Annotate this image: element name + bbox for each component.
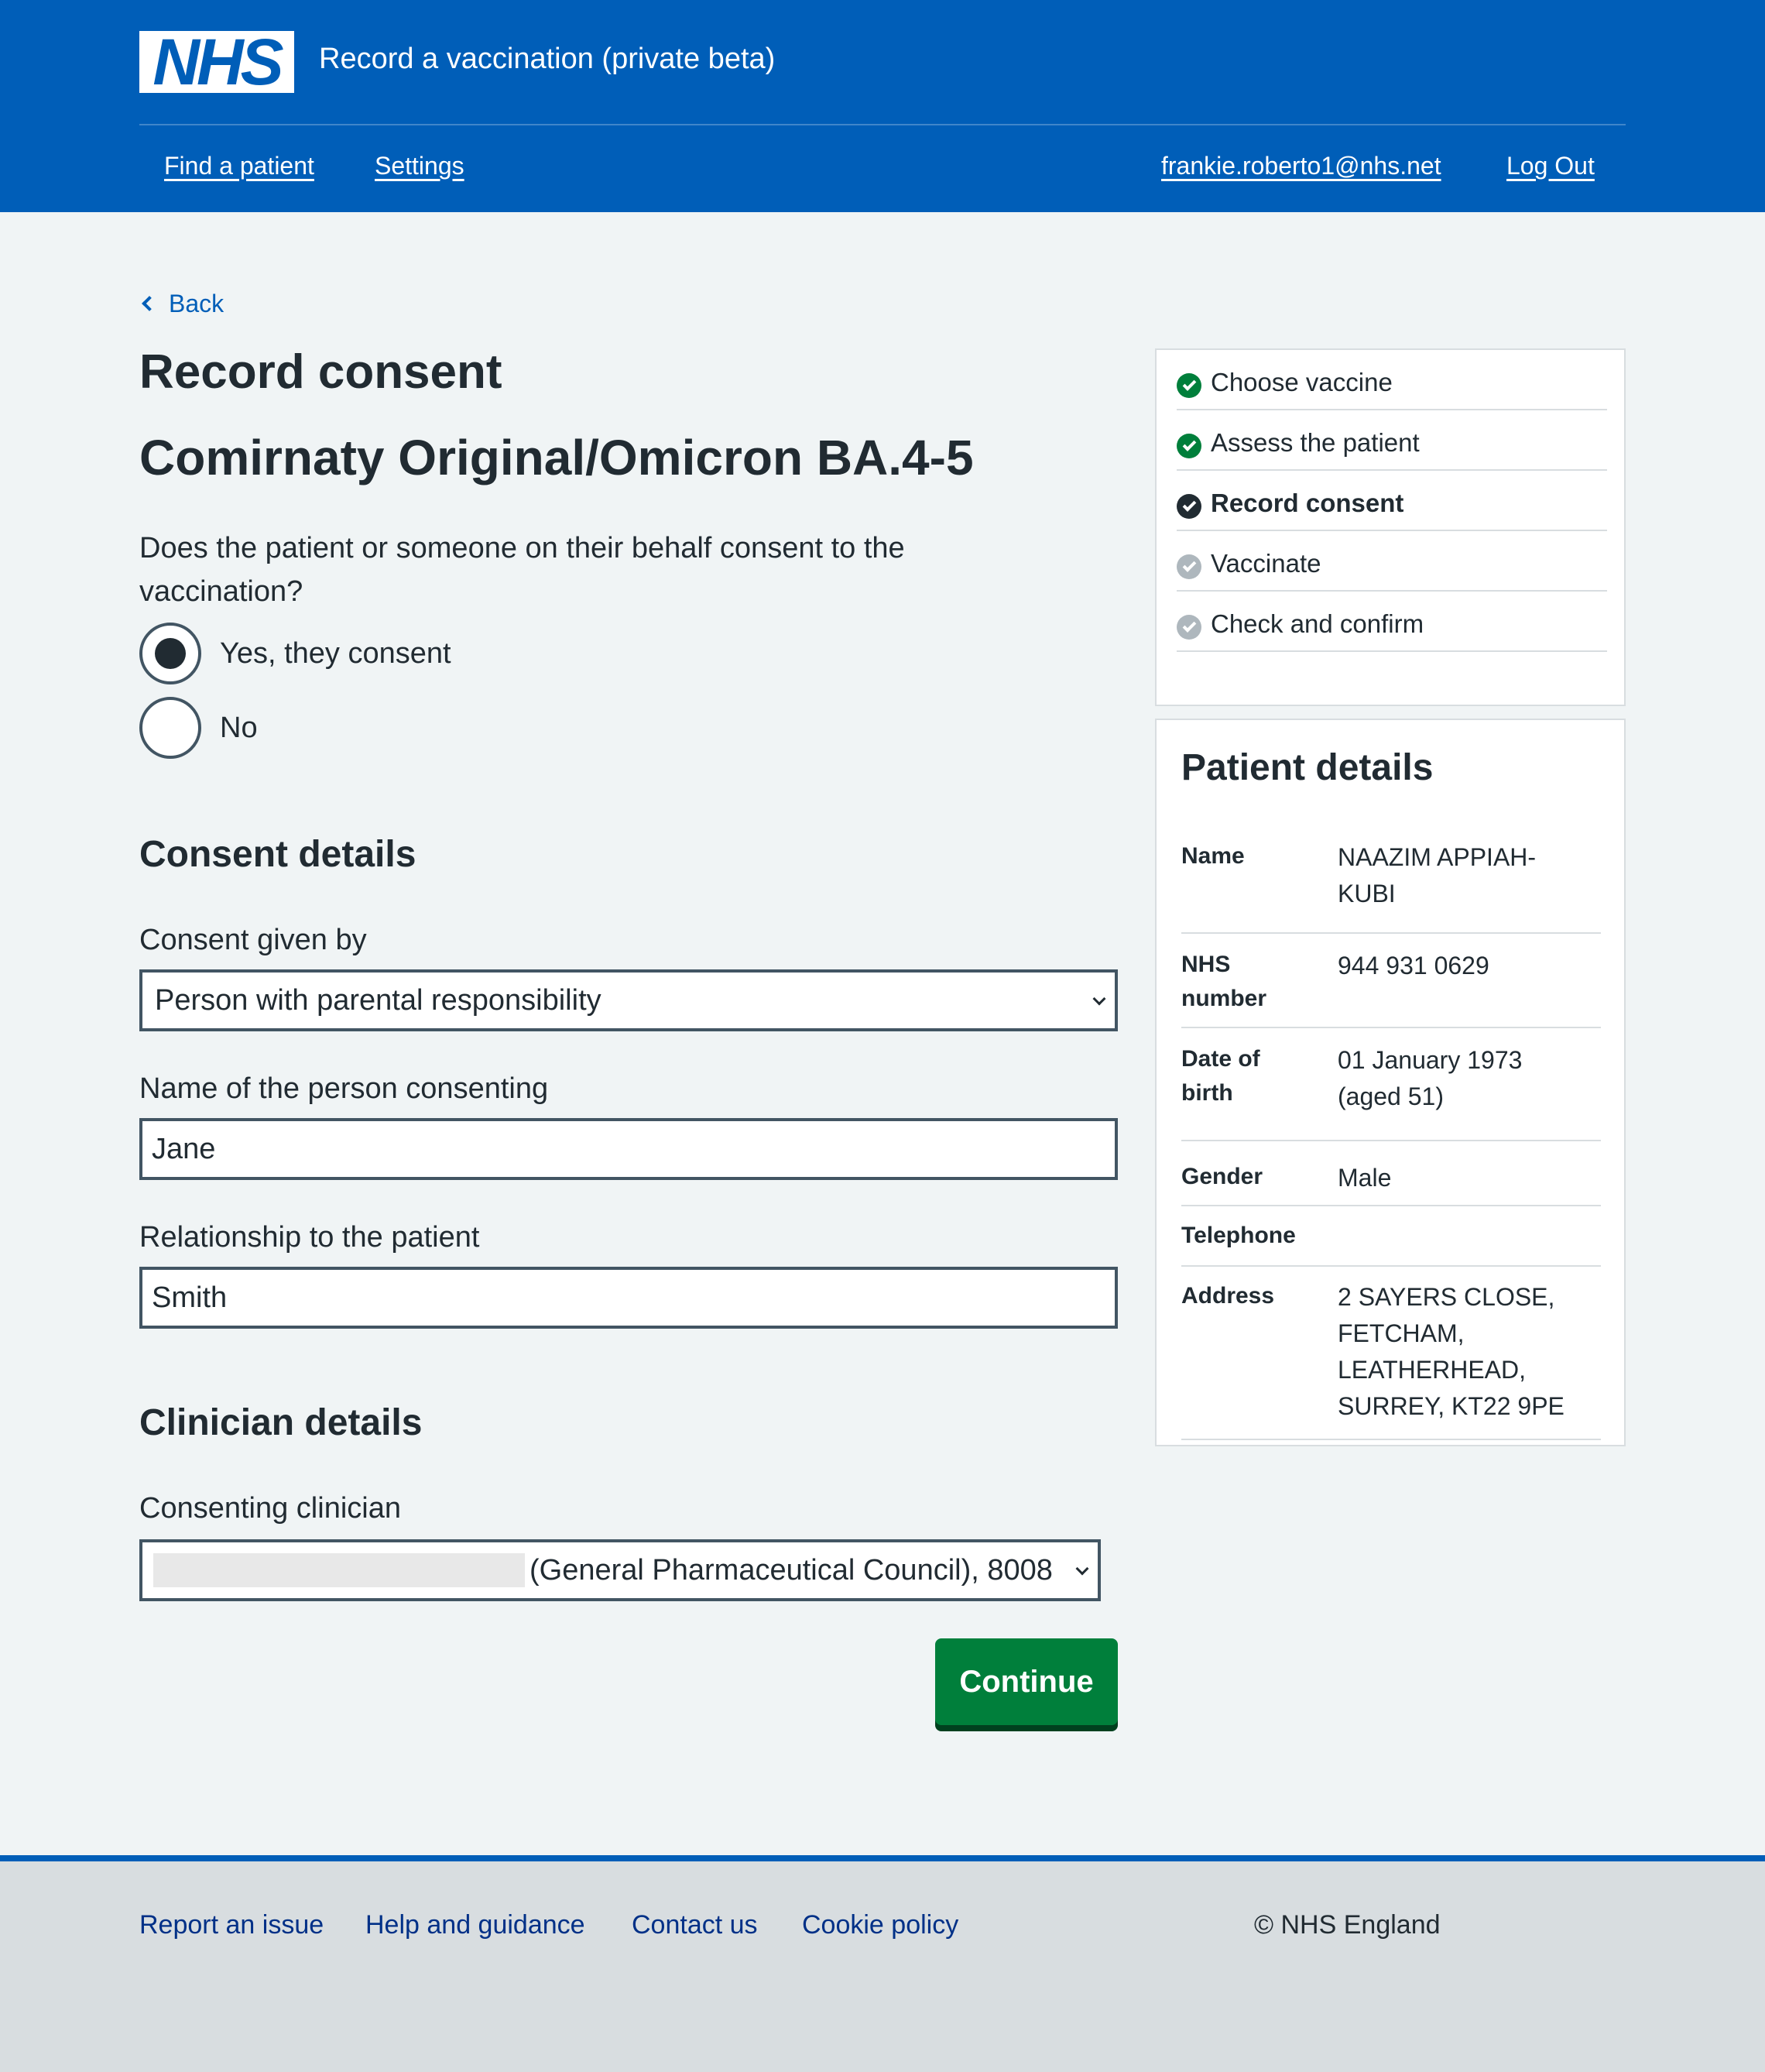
chevron-down-icon bbox=[1075, 1562, 1089, 1576]
nhs-logo[interactable]: NHS bbox=[139, 26, 294, 98]
continue-button[interactable]: Continue bbox=[935, 1638, 1118, 1725]
person-name-label: Name of the person consenting bbox=[139, 1072, 549, 1105]
footer-help-guidance[interactable]: Help and guidance bbox=[365, 1908, 585, 1942]
patient-value: Male bbox=[1338, 1164, 1392, 1192]
patient-value: NAAZIM APPIAH- KUBI bbox=[1338, 843, 1537, 907]
redacted-name bbox=[153, 1553, 525, 1587]
person-name-input[interactable]: Jane bbox=[139, 1118, 1118, 1180]
step-assess-patient[interactable]: Assess the patient bbox=[1177, 410, 1607, 471]
footer-report-issue[interactable]: Report an issue bbox=[139, 1908, 324, 1942]
footer-contact-us[interactable]: Contact us bbox=[632, 1908, 758, 1942]
nav-find-patient[interactable]: Find a patient bbox=[164, 150, 314, 181]
patient-value: 944 931 0629 bbox=[1338, 952, 1489, 979]
back-label: Back bbox=[169, 290, 224, 317]
nhs-logo-text: NHS bbox=[153, 26, 283, 98]
patient-key: Gender bbox=[1181, 1164, 1263, 1189]
person-name-value: Jane bbox=[152, 1133, 216, 1165]
patient-row-name: Name NAAZIM APPIAH- KUBI bbox=[1181, 839, 1601, 934]
check-circle-icon bbox=[1177, 434, 1201, 458]
check-circle-icon bbox=[1177, 373, 1201, 398]
nav-log-out[interactable]: Log Out bbox=[1506, 150, 1595, 181]
patient-value: 01 January 1973 (aged 51) bbox=[1338, 1046, 1523, 1110]
footer-cookie-policy[interactable]: Cookie policy bbox=[802, 1908, 958, 1942]
service-name[interactable]: Record a vaccination (private beta) bbox=[319, 40, 775, 77]
clinician-details-heading: Clinician details bbox=[139, 1402, 423, 1443]
patient-key: NHS number bbox=[1181, 952, 1267, 1011]
chevron-down-icon bbox=[1092, 992, 1106, 1006]
check-circle-icon bbox=[1177, 615, 1201, 640]
patient-details-heading: Patient details bbox=[1181, 747, 1434, 788]
relationship-input[interactable]: Smith bbox=[139, 1267, 1118, 1329]
step-record-consent: Record consent bbox=[1177, 471, 1607, 531]
check-circle-icon bbox=[1177, 494, 1201, 519]
patient-row-dob: Date of birth 01 January 1973 (aged 51) bbox=[1181, 1042, 1601, 1141]
step-label: Check and confirm bbox=[1211, 609, 1424, 638]
relationship-label: Relationship to the patient bbox=[139, 1221, 480, 1254]
relationship-value: Smith bbox=[152, 1281, 228, 1314]
patient-row-address: Address 2 SAYERS CLOSE, FETCHAM, LEATHER… bbox=[1181, 1267, 1601, 1440]
check-circle-icon bbox=[1177, 554, 1201, 579]
step-check-confirm: Check and confirm bbox=[1177, 592, 1607, 652]
patient-key: Name bbox=[1181, 843, 1245, 869]
consent-question: Does the patient or someone on their beh… bbox=[139, 532, 905, 608]
patient-key: Address bbox=[1181, 1283, 1275, 1309]
radio-no-consent[interactable]: No bbox=[139, 697, 258, 759]
page-title: Record consent bbox=[139, 345, 502, 399]
footer-copyright: © NHS England bbox=[1254, 1910, 1441, 1940]
task-steps-panel: Choose vaccine Assess the patient Record… bbox=[1155, 348, 1626, 706]
step-label: Assess the patient bbox=[1211, 428, 1420, 457]
header-divider bbox=[139, 124, 1626, 125]
consenting-clinician-select[interactable]: (General Pharmaceutical Council), 8008 bbox=[139, 1539, 1101, 1601]
patient-row-telephone: Telephone bbox=[1181, 1206, 1601, 1267]
site-footer: Report an issue Help and guidance Contac… bbox=[0, 1855, 1765, 2072]
radio-dot bbox=[155, 638, 186, 669]
site-header: NHS Record a vaccination (private beta) … bbox=[0, 0, 1765, 212]
chevron-left-icon bbox=[142, 296, 157, 311]
patient-key: Date of birth bbox=[1181, 1046, 1260, 1106]
consent-given-by-value: Person with parental responsibility bbox=[155, 984, 601, 1017]
patient-row-gender: Gender Male bbox=[1181, 1144, 1601, 1206]
radio-label-yes[interactable]: Yes, they consent bbox=[220, 635, 451, 672]
step-label: Choose vaccine bbox=[1211, 368, 1393, 396]
radio-button-selected[interactable] bbox=[139, 623, 201, 684]
consenting-clinician-value: (General Pharmaceutical Council), 8008 bbox=[530, 1554, 1053, 1587]
patient-row-nhs-number: NHS number 944 931 0629 bbox=[1181, 948, 1601, 1028]
consenting-clinician-label: Consenting clinician bbox=[139, 1492, 401, 1525]
step-vaccinate: Vaccinate bbox=[1177, 531, 1607, 592]
step-label: Record consent bbox=[1211, 489, 1404, 517]
radio-button[interactable] bbox=[139, 697, 201, 759]
vaccine-name: Comirnaty Original/Omicron BA.4-5 bbox=[139, 430, 974, 485]
back-link[interactable]: Back bbox=[139, 288, 224, 319]
consent-given-by-label: Consent given by bbox=[139, 924, 367, 956]
consent-given-by-select[interactable]: Person with parental responsibility bbox=[139, 969, 1118, 1031]
radio-label-no[interactable]: No bbox=[220, 709, 258, 746]
step-label: Vaccinate bbox=[1211, 549, 1321, 578]
consent-details-heading: Consent details bbox=[139, 834, 416, 875]
step-choose-vaccine[interactable]: Choose vaccine bbox=[1177, 350, 1607, 410]
patient-details-panel: Patient details Name NAAZIM APPIAH- KUBI… bbox=[1155, 719, 1626, 1446]
nav-settings[interactable]: Settings bbox=[375, 150, 464, 181]
patient-value: 2 SAYERS CLOSE, FETCHAM, LEATHERHEAD, SU… bbox=[1338, 1283, 1565, 1420]
nav-user-email[interactable]: frankie.roberto1@nhs.net bbox=[1161, 150, 1441, 181]
radio-yes-consent[interactable]: Yes, they consent bbox=[139, 623, 451, 684]
patient-key: Telephone bbox=[1181, 1223, 1296, 1248]
